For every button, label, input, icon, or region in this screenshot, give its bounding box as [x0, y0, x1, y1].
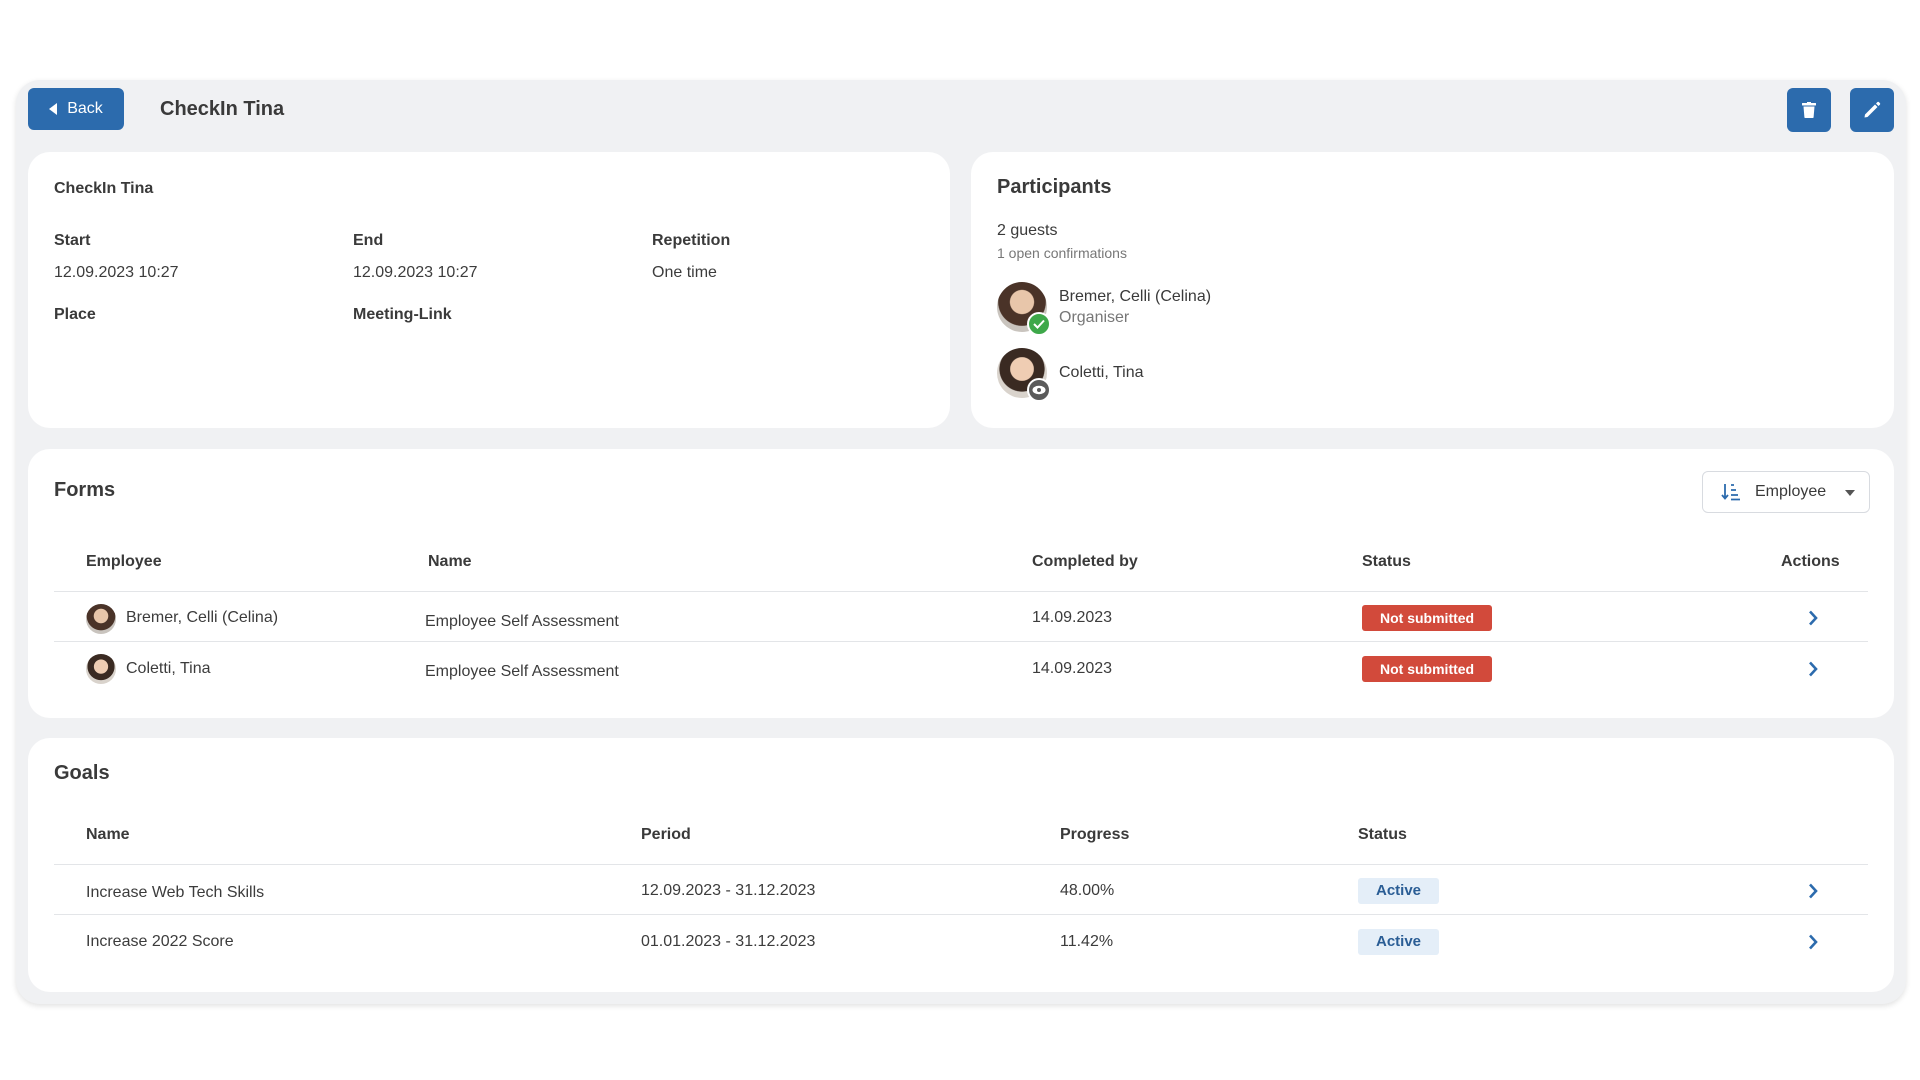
divider: [54, 641, 1868, 642]
employee-name: Coletti, Tina: [126, 660, 211, 677]
divider: [54, 914, 1868, 915]
avatar: [997, 348, 1051, 402]
goal-progress: 11.42%: [1060, 933, 1114, 950]
meeting-title: CheckIn Tina: [54, 180, 154, 197]
back-button-label: Back: [67, 100, 103, 117]
chevron-right-icon[interactable]: [1802, 658, 1824, 680]
goal-period: 12.09.2023 - 31.12.2023: [641, 882, 816, 899]
sort-dropdown[interactable]: Employee: [1702, 471, 1870, 513]
sort-icon: [1721, 484, 1740, 501]
completed-by: 14.09.2023: [1032, 660, 1113, 677]
participant-item[interactable]: Coletti, Tina: [997, 348, 1144, 402]
column-header[interactable]: Status: [1362, 553, 1411, 571]
sort-label: Employee: [1755, 483, 1827, 500]
top-bar: Back CheckIn Tina: [28, 88, 1894, 132]
place-label: Place: [54, 306, 96, 323]
column-header[interactable]: Name: [86, 826, 130, 844]
participants-title: Participants: [997, 176, 1112, 198]
goals-title: Goals: [54, 762, 110, 784]
eye-icon: [1027, 378, 1051, 402]
goal-name: Increase Web Tech Skills: [86, 884, 265, 901]
divider: [54, 591, 1868, 592]
chevron-right-icon[interactable]: [1802, 880, 1824, 902]
app-frame: Back CheckIn Tina CheckIn Tina Start 12.…: [16, 80, 1906, 1004]
avatar: [997, 282, 1051, 336]
edit-button[interactable]: [1850, 88, 1894, 132]
status-badge: Active: [1358, 929, 1440, 955]
status-badge: Active: [1358, 878, 1440, 904]
end-label: End: [353, 232, 384, 249]
column-header[interactable]: Period: [641, 826, 691, 844]
column-header[interactable]: Employee: [86, 553, 162, 571]
forms-card: Forms Employee Employee Name Completed b…: [28, 449, 1894, 718]
repetition-label: Repetition: [652, 232, 731, 249]
form-name: Employee Self Assessment: [425, 613, 619, 630]
end-value: 12.09.2023 10:27: [353, 264, 478, 281]
status-badge: Not submitted: [1362, 656, 1493, 682]
goal-name: Increase 2022 Score: [86, 933, 234, 950]
completed-by: 14.09.2023: [1032, 609, 1113, 626]
participant-role: Organiser: [1059, 308, 1130, 326]
column-header[interactable]: Progress: [1060, 826, 1129, 844]
avatar: [86, 604, 116, 634]
column-header: Actions: [1781, 553, 1840, 570]
open-confirmations: 1 open confirmations: [997, 245, 1127, 261]
chevron-right-icon[interactable]: [1802, 931, 1824, 953]
back-arrow-icon: [49, 103, 58, 115]
participant-name: Bremer, Celli (Celina): [1059, 287, 1212, 305]
chevron-down-icon: [1845, 490, 1855, 496]
participant-item[interactable]: Bremer, Celli (Celina) Organiser: [997, 282, 1212, 336]
goal-period: 01.01.2023 - 31.12.2023: [641, 933, 816, 950]
participant-name: Coletti, Tina: [1059, 364, 1144, 381]
forms-title: Forms: [54, 479, 116, 501]
check-icon: [1027, 312, 1051, 336]
goals-card: Goals Name Period Progress Status Increa…: [28, 738, 1894, 992]
chevron-right-icon[interactable]: [1802, 607, 1824, 629]
status-badge: Not submitted: [1362, 605, 1493, 631]
start-value: 12.09.2023 10:27: [54, 264, 179, 281]
page-title: CheckIn Tina: [160, 98, 285, 120]
meeting-info-card: CheckIn Tina Start 12.09.2023 10:27 End …: [28, 152, 950, 428]
delete-button[interactable]: [1787, 88, 1831, 132]
pencil-icon: [1864, 101, 1881, 118]
guest-count: 2 guests: [997, 222, 1058, 239]
participants-card: Participants 2 guests 1 open confirmatio…: [971, 152, 1894, 428]
goal-progress: 48.00%: [1060, 882, 1115, 899]
column-header[interactable]: Completed by: [1032, 553, 1138, 571]
back-button[interactable]: Back: [28, 88, 124, 130]
trash-icon: [1802, 102, 1816, 118]
repetition-value: One time: [652, 264, 717, 281]
start-label: Start: [54, 232, 91, 249]
meeting-link-label: Meeting-Link: [353, 306, 452, 323]
divider: [54, 864, 1868, 865]
form-name: Employee Self Assessment: [425, 663, 619, 680]
column-header[interactable]: Name: [428, 553, 472, 571]
column-header[interactable]: Status: [1358, 826, 1407, 844]
avatar: [86, 654, 116, 684]
employee-name: Bremer, Celli (Celina): [126, 609, 279, 626]
